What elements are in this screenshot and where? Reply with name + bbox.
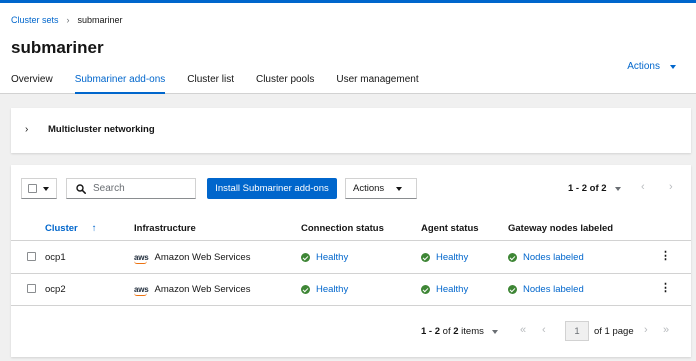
infrastructure-cell: aws Amazon Web Services (134, 252, 251, 264)
gateway-nodes-cell: Nodes labeled (508, 284, 584, 295)
table-header: Cluster ↑ Infrastructure Connection statu… (11, 219, 691, 241)
table-actions-dropdown[interactable]: Actions (345, 178, 417, 199)
row-kebab-menu-icon[interactable]: ⋮ (660, 283, 671, 294)
prev-page-icon[interactable]: ‹ (641, 181, 645, 193)
column-header-gateway-nodes: Gateway nodes labeled (508, 223, 614, 234)
column-header-infrastructure: Infrastructure (134, 223, 196, 234)
cluster-name: ocp1 (45, 252, 66, 263)
install-submariner-addons-button[interactable]: Install Submariner add-ons (207, 178, 337, 199)
submariner-addons-card: Install Submariner add-ons Actions 1 - 2… (11, 165, 691, 357)
caret-down-icon (670, 64, 676, 69)
tab-cluster-list[interactable]: Cluster list (176, 73, 245, 94)
connection-status-link[interactable]: Healthy (316, 284, 348, 295)
connection-status-cell: Healthy (301, 284, 348, 295)
current-page-input[interactable]: 1 (565, 321, 589, 341)
expand-chevron-icon[interactable]: › (25, 124, 28, 135)
first-page-icon[interactable]: « (520, 324, 526, 336)
caret-down-icon (396, 186, 403, 191)
tab-bar: Overview Submariner add-ons Cluster list… (0, 73, 430, 94)
check-circle-icon (301, 285, 310, 294)
page-actions-label: Actions (627, 61, 660, 72)
caret-down-icon (614, 186, 621, 191)
connection-status-cell: Healthy (301, 252, 348, 263)
agent-status-link[interactable]: Healthy (436, 284, 468, 295)
pagination-range: 1 - 2 (421, 326, 441, 337)
column-header-agent-status: Agent status (421, 223, 479, 234)
breadcrumb-current: submariner (77, 15, 123, 25)
table-actions-label: Actions (353, 183, 385, 194)
infrastructure-cell: aws Amazon Web Services (134, 284, 251, 296)
pagination-bottom-toggle[interactable]: 1 - 2 of 2 items (421, 326, 498, 337)
breadcrumb-separator-icon: › (66, 15, 70, 25)
check-circle-icon (421, 253, 430, 262)
pagination-bottom: 1 - 2 of 2 items « ‹ 1 of 1 page › » (11, 319, 691, 343)
page-header: Cluster sets › submariner submariner Act… (0, 3, 696, 94)
check-circle-icon (508, 253, 517, 262)
agent-status-link[interactable]: Healthy (436, 252, 468, 263)
table-row: ocp2 aws Amazon Web Services Healthy Hea… (11, 274, 691, 306)
row-select-checkbox[interactable] (27, 284, 36, 293)
aws-logo-icon: aws (134, 285, 149, 296)
bulk-select-dropdown[interactable] (21, 178, 57, 199)
caret-down-icon (491, 329, 498, 334)
multicluster-networking-card: › Multicluster networking (11, 108, 691, 153)
tab-user-management[interactable]: User management (325, 73, 429, 94)
infrastructure-label: Amazon Web Services (154, 284, 251, 295)
gateway-nodes-link[interactable]: Nodes labeled (523, 284, 584, 295)
pagination-items-label: items (461, 326, 484, 337)
check-circle-icon (508, 285, 517, 294)
next-page-icon[interactable]: › (669, 181, 673, 193)
breadcrumb: Cluster sets › submariner (11, 15, 123, 25)
multicluster-networking-title[interactable]: Multicluster networking (48, 124, 155, 135)
gateway-nodes-link[interactable]: Nodes labeled (523, 252, 584, 263)
tab-submariner-add-ons[interactable]: Submariner add-ons (64, 73, 177, 94)
pagination-top-range: 1 - 2 of 2 (568, 183, 607, 194)
pagination-top-toggle[interactable]: 1 - 2 of 2 (568, 183, 621, 194)
bulk-select-checkbox[interactable] (28, 184, 37, 193)
column-header-cluster-label: Cluster (45, 223, 78, 234)
column-header-connection-status: Connection status (301, 223, 384, 234)
pagination-of: of (442, 326, 451, 337)
row-select-checkbox[interactable] (27, 252, 36, 261)
page-actions-dropdown[interactable]: Actions (627, 61, 676, 72)
check-circle-icon (301, 253, 310, 262)
agent-status-cell: Healthy (421, 252, 468, 263)
caret-down-icon (43, 186, 49, 191)
breadcrumb-cluster-sets-link[interactable]: Cluster sets (11, 15, 59, 25)
pagination-total: 2 (453, 326, 459, 337)
page-count-label: of 1 page (594, 326, 634, 337)
connection-status-link[interactable]: Healthy (316, 252, 348, 263)
tab-overview[interactable]: Overview (0, 73, 64, 94)
tab-cluster-pools[interactable]: Cluster pools (245, 73, 325, 94)
agent-status-cell: Healthy (421, 284, 468, 295)
aws-logo-icon: aws (134, 253, 149, 264)
prev-page-icon[interactable]: ‹ (542, 324, 546, 336)
gateway-nodes-cell: Nodes labeled (508, 252, 584, 263)
table-row: ocp1 aws Amazon Web Services Healthy Hea… (11, 242, 691, 274)
search-icon (76, 183, 86, 194)
sort-ascending-icon: ↑ (91, 223, 97, 234)
column-header-cluster[interactable]: Cluster ↑ (45, 223, 96, 234)
next-page-icon[interactable]: › (644, 324, 648, 336)
last-page-icon[interactable]: » (663, 324, 669, 336)
search-box (66, 178, 196, 199)
infrastructure-label: Amazon Web Services (154, 252, 251, 263)
check-circle-icon (421, 285, 430, 294)
cluster-name: ocp2 (45, 284, 66, 295)
table-toolbar: Install Submariner add-ons Actions 1 - 2… (21, 177, 681, 201)
row-kebab-menu-icon[interactable]: ⋮ (660, 251, 671, 262)
search-input[interactable] (93, 183, 193, 194)
page-title: submariner (11, 38, 104, 57)
